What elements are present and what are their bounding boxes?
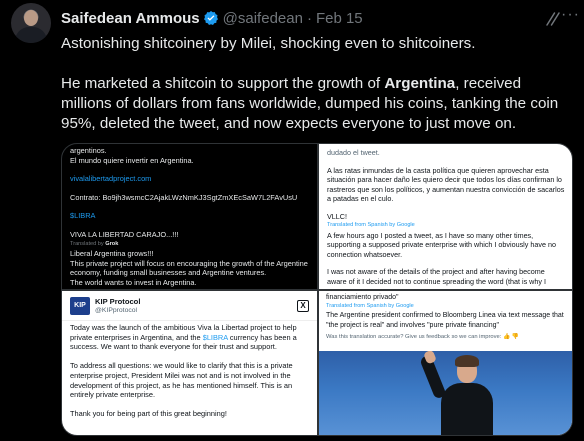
paragraph-2-bold: Argentina [384, 75, 456, 92]
tweet-date[interactable]: Feb 15 [316, 10, 363, 27]
author-handle[interactable]: @saifedean [223, 10, 303, 27]
img1-line: This private project will focus on encou… [70, 258, 308, 278]
media-image-3[interactable]: KIP KIP Protocol @KIPprotocol X Today wa… [62, 291, 317, 435]
img2-translation-note: Translated from Spanish by Google [327, 222, 415, 228]
kip-header: KIP KIP Protocol @KIPprotocol X [62, 291, 317, 321]
img2-line: A few hours ago I posted a tweet, as I h… [327, 230, 556, 259]
img2-line: A las ratas inmundas de la casta polític… [327, 165, 565, 204]
img2-line: dudado el tweet. [327, 148, 380, 157]
verified-badge-icon [203, 11, 218, 26]
kip-paragraph-1: Today was the launch of the ambitious Vi… [70, 323, 297, 352]
media-image-4[interactable]: financiamiento privado" Translated from … [319, 291, 572, 435]
author-name[interactable]: Saifedean Ammous [61, 10, 200, 27]
img4-line: The Argentine president confirmed to Blo… [326, 312, 564, 329]
media-grid: argentinos. El mundo quiere invertir en … [61, 143, 573, 436]
img2-line: VLLC! [327, 211, 347, 221]
img1-line: VIVA LA LIBERTAD CARAJO...!!! [70, 229, 179, 239]
img1-translation-note: Translated by Grok [70, 240, 119, 247]
img1-line: El mundo quiere invertir en Argentina. [70, 155, 194, 165]
tweet-body: Astonishing shitcoinery by Milei, shocki… [61, 34, 571, 154]
tweet-paragraph-1: Astonishing shitcoinery by Milei, shocki… [61, 35, 476, 52]
grok-icon[interactable] [544, 10, 562, 28]
author-avatar[interactable] [11, 3, 51, 43]
tweet-paragraph-2: He marketed a shitcoin to support the gr… [61, 74, 571, 134]
separator-dot: · [306, 9, 312, 27]
media-image-2[interactable]: dudado el tweet. A las ratas inmundas de… [319, 144, 572, 289]
img1-cashtag: $LIBRA [70, 211, 96, 221]
kip-paragraph-2: To address all questions: we would like … [70, 361, 293, 400]
media-image-1[interactable]: argentinos. El mundo quiere invertir en … [62, 144, 317, 289]
kip-logo: KIP [70, 296, 90, 315]
img1-line: argentinos. [70, 146, 107, 155]
img4-line: financiamiento privado" [326, 294, 399, 301]
kip-paragraph-3: Thank you for being part of this great b… [70, 408, 227, 418]
avatar-suit [15, 27, 47, 43]
milei-photo [319, 351, 572, 435]
avatar-face [24, 10, 38, 26]
more-options-icon[interactable]: ··· [561, 6, 580, 24]
img4-feedback: Was this translation accurate? Give us f… [326, 333, 520, 340]
tweet-header: Saifedean Ammous @saifedean · Feb 15 [61, 8, 574, 28]
img2-line: I was not aware of the details of the pr… [327, 267, 546, 286]
paragraph-2-start: He marketed a shitcoin to support the gr… [61, 75, 385, 92]
img1-contract: Contrato: Bo9jh3wsmcC2AjakLWzNmKJ3SgtZmX… [70, 192, 298, 202]
img4-translation-note: Translated from Spanish by Google [326, 303, 414, 310]
kip-handle: @KIPprotocol [95, 306, 138, 314]
img1-line: The world wants to invest in Argentina. [70, 277, 197, 287]
img1-line: Liberal Argentina grows!!! [70, 249, 154, 259]
x-logo-icon: X [297, 299, 309, 312]
kip-name: KIP Protocol [95, 296, 141, 306]
img1-link: vivalalibertadproject.com [70, 174, 152, 184]
